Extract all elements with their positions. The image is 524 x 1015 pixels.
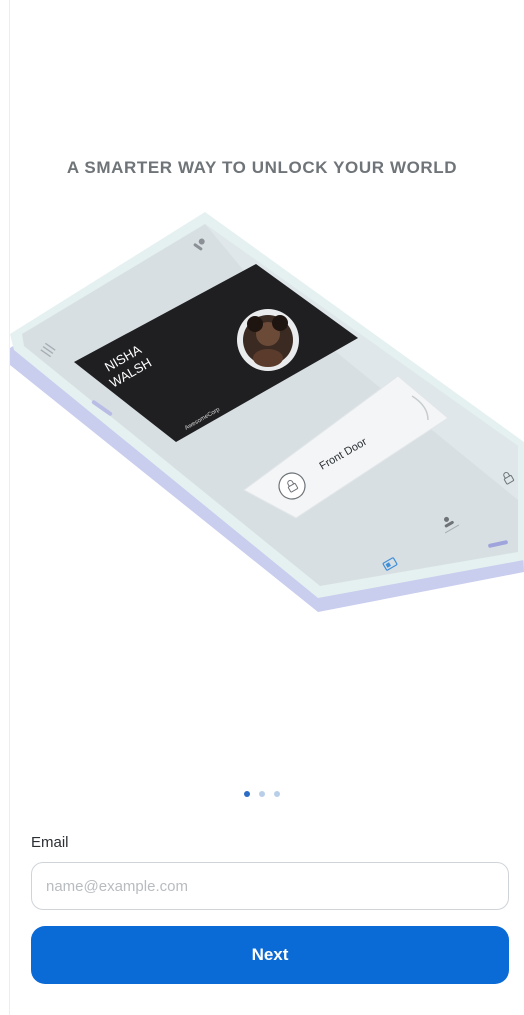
onboarding-headline: A SMARTER WAY TO UNLOCK YOUR WORLD [66, 158, 458, 177]
email-label: Email [31, 834, 69, 851]
next-button[interactable]: Next [31, 926, 509, 984]
page-indicator [0, 791, 524, 801]
page-dot-3[interactable] [274, 791, 280, 797]
email-input[interactable] [31, 862, 509, 910]
page-dot-2[interactable] [259, 791, 265, 797]
page-dot-1[interactable] [244, 791, 250, 797]
phone-illustration: NISHA WALSH AwesomeCorp Front Door [10, 212, 524, 612]
onboarding-screen: A SMARTER WAY TO UNLOCK YOUR WORLD NISHA… [0, 0, 524, 1015]
